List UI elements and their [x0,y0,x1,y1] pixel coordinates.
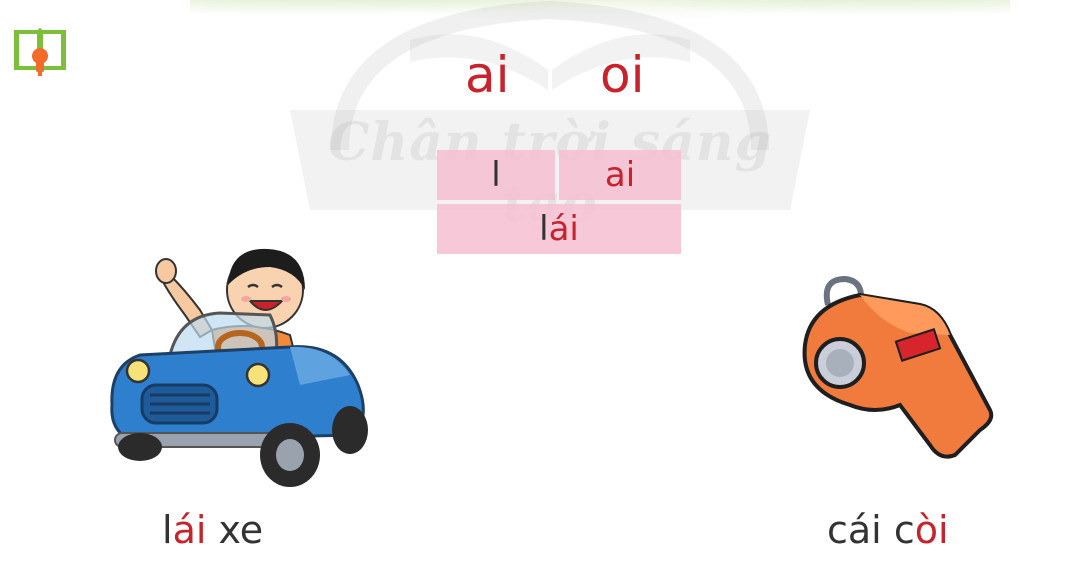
boy-driving-car-picture [110,248,368,487]
word-rime: ái [548,209,579,249]
word-onset: l [539,209,549,249]
caption-lai-xe: lái xe [162,502,263,558]
rime-cell: ai [559,150,681,200]
vowel-oi: oi [600,46,645,104]
onset-cell: l [437,150,555,200]
caption-cai-coi: cái còi [827,502,949,558]
caption-coi-pre: cái c [827,508,915,552]
caption-lai-rime: ái [172,508,207,552]
caption-lai-onset: l [162,508,173,552]
combined-word-cell: lái [437,204,681,254]
caption-coi-rime: òi [914,508,949,552]
whistle-picture [802,275,994,459]
vowel-ai: ai [465,46,510,104]
caption-lai-rest: xe [206,508,264,552]
open-book-lightbulb-icon[interactable] [10,20,70,78]
